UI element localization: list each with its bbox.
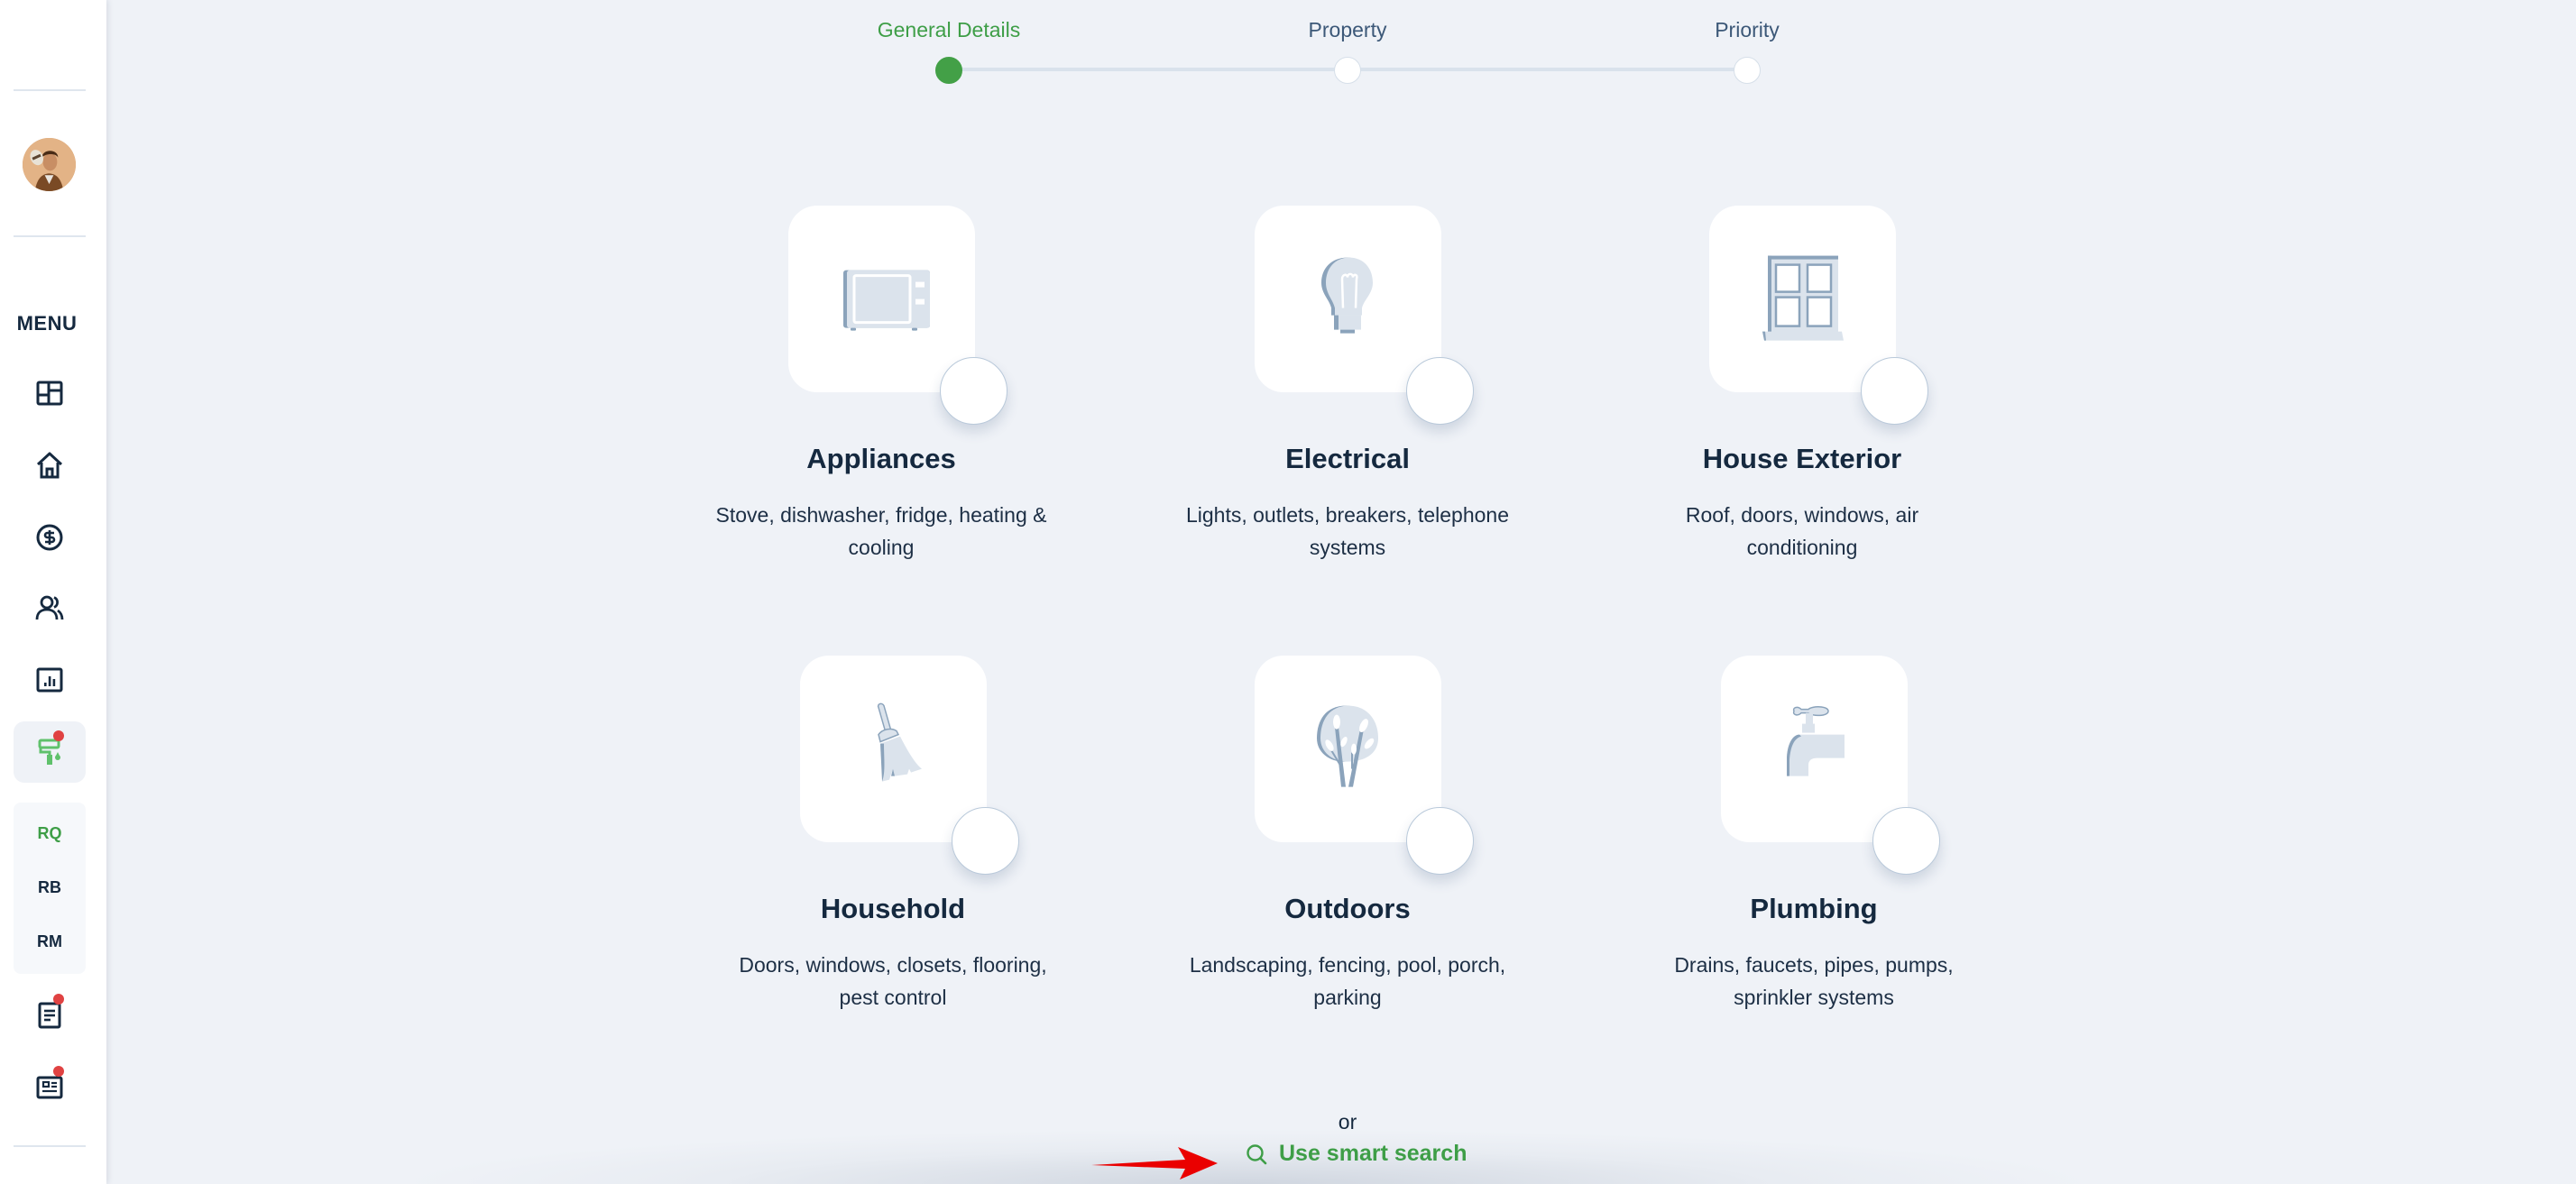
search-icon [1247, 1143, 1267, 1164]
category-card-household[interactable]: Household Doors, windows, closets, floor… [704, 656, 1082, 1014]
category-select-radio[interactable] [939, 357, 1007, 425]
step-property-label[interactable]: Property [1309, 18, 1387, 42]
category-title: House Exterior [1702, 443, 1902, 474]
window-icon [1762, 255, 1844, 341]
category-card-plumbing[interactable]: Plumbing Drains, faucets, pipes, pumps, … [1624, 656, 2003, 1014]
sidebar-item-announcements[interactable] [14, 1057, 86, 1118]
broom-icon [877, 702, 922, 782]
avatar[interactable] [23, 138, 76, 191]
category-tile[interactable] [1720, 656, 1940, 875]
category-tile[interactable] [1254, 656, 1474, 875]
dollar-circle-icon [36, 524, 63, 551]
category-select-radio[interactable] [1860, 357, 1928, 425]
category-title: Household [820, 893, 966, 924]
sidebar-divider [14, 89, 86, 91]
category-card-appliances[interactable]: Appliances Stove, dishwasher, fridge, he… [692, 206, 1071, 564]
avatar-photo [23, 138, 76, 191]
notification-badge [53, 994, 64, 1005]
paint-roller-icon [38, 739, 60, 765]
progress-stepper: General Details Property Priority [0, 0, 2576, 90]
step-general-details-dot[interactable] [935, 57, 962, 84]
category-description: Landscaping, fencing, pool, porch, parki… [1189, 953, 1506, 1009]
category-card-house-exterior[interactable]: House Exterior Roof, doors, windows, air… [1613, 206, 1992, 564]
notification-badge [53, 730, 64, 741]
dashboard-icon [36, 381, 63, 406]
category-tile[interactable] [1254, 206, 1474, 425]
category-select-radio[interactable] [1405, 357, 1474, 425]
lightbulb-icon [1321, 257, 1373, 334]
category-title: Appliances [806, 443, 956, 474]
chart-icon [36, 667, 63, 693]
category-tile[interactable] [1708, 206, 1928, 425]
smart-search-label: Use smart search [1279, 1141, 1467, 1166]
tree-icon [1317, 705, 1378, 787]
or-separator: or [1338, 1110, 1357, 1134]
step-property-dot[interactable] [1334, 57, 1361, 84]
smart-search-link[interactable]: Use smart search [1245, 1141, 1467, 1167]
category-select-radio[interactable] [1872, 807, 1940, 875]
category-select-radio[interactable] [1405, 807, 1474, 875]
subnav-item-rm[interactable]: RM [14, 932, 86, 951]
step-priority-dot[interactable] [1734, 57, 1761, 84]
document-icon [38, 1002, 61, 1029]
faucet-icon [1787, 705, 1845, 776]
sidebar-item-maintenance[interactable] [14, 721, 86, 783]
stepper-connector [949, 68, 1348, 71]
menu-label: MENU [16, 312, 78, 335]
category-description: Roof, doors, windows, air conditioning [1685, 503, 1919, 559]
maintenance-subnav: RQ RB RM [14, 803, 86, 974]
sidebar-divider [14, 1145, 86, 1147]
category-card-outdoors[interactable]: Outdoors Landscaping, fencing, pool, por… [1158, 656, 1537, 1014]
stepper-connector [1348, 68, 1747, 71]
category-description: Drains, faucets, pipes, pumps, sprinkler… [1674, 953, 1954, 1009]
news-icon [36, 1076, 63, 1099]
category-description: Stove, dishwasher, fridge, heating & coo… [715, 503, 1047, 559]
annotation-arrow-icon [1091, 1147, 1218, 1179]
subnav-item-rq[interactable]: RQ [14, 824, 86, 843]
sidebar-divider [14, 235, 86, 237]
category-tile[interactable] [799, 656, 1019, 875]
users-icon [35, 595, 64, 620]
notification-badge [53, 1066, 64, 1077]
sidebar-item-dashboard[interactable] [14, 363, 86, 424]
sidebar-item-finance[interactable] [14, 507, 86, 568]
sidebar-item-documents[interactable] [14, 985, 86, 1046]
sidebar-item-people[interactable] [14, 577, 86, 638]
home-icon [36, 452, 63, 479]
microwave-icon [843, 270, 930, 331]
category-select-radio[interactable] [951, 807, 1019, 875]
category-title: Plumbing [1750, 893, 1878, 924]
sidebar-item-reports[interactable] [14, 649, 86, 711]
category-title: Outdoors [1284, 893, 1411, 924]
sidebar: MENU RQ RB RM [0, 0, 106, 1184]
category-description: Doors, windows, closets, flooring, pest … [739, 953, 1047, 1009]
category-card-electrical[interactable]: Electrical Lights, outlets, breakers, te… [1158, 206, 1537, 564]
step-general-details-label[interactable]: General Details [878, 18, 1021, 42]
subnav-item-rb[interactable]: RB [14, 878, 86, 897]
sidebar-item-properties[interactable] [14, 435, 86, 496]
category-title: Electrical [1285, 443, 1410, 474]
step-priority-label[interactable]: Priority [1715, 18, 1780, 42]
category-tile[interactable] [787, 206, 1007, 425]
category-description: Lights, outlets, breakers, telephone sys… [1185, 503, 1509, 559]
